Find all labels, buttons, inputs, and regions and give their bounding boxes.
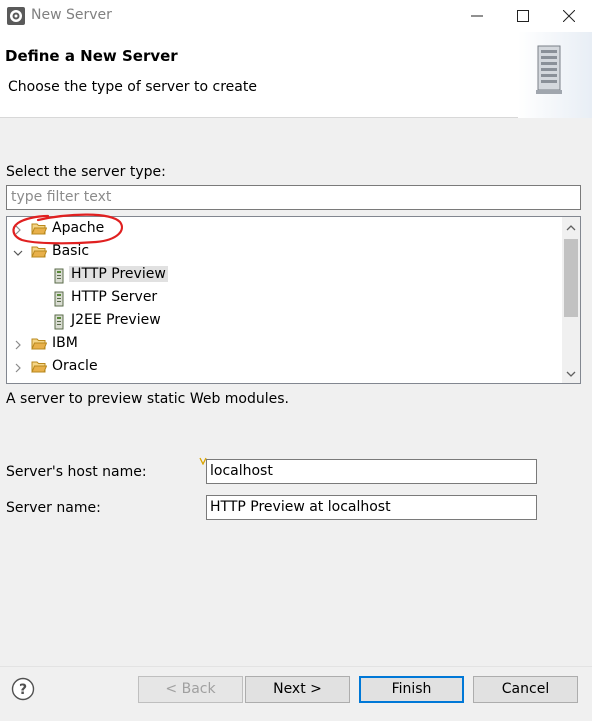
help-icon[interactable]: ? <box>11 677 35 701</box>
server-type-tree[interactable]: Apache Basic HTTP Preview HTTP Server J2… <box>6 216 581 384</box>
finish-button[interactable]: Finish <box>359 676 464 703</box>
wizard-header: Define a New Server Choose the type of s… <box>0 32 592 118</box>
folder-open-icon <box>31 246 47 258</box>
close-icon <box>563 10 575 22</box>
tree-item-j2ee-preview[interactable]: J2EE Preview <box>7 310 562 332</box>
tree-item-label: Apache <box>52 220 105 236</box>
minimize-button[interactable] <box>454 0 500 32</box>
scroll-up-icon[interactable] <box>562 219 580 237</box>
tree-item-label: Oracle <box>52 358 98 374</box>
chevron-right-icon[interactable] <box>13 363 23 373</box>
page-description: Choose the type of server to create <box>8 79 257 95</box>
minimize-icon <box>471 15 483 17</box>
folder-icon <box>31 223 47 235</box>
server-type-label: Select the server type: <box>6 164 166 180</box>
tree-item-label: J2EE Preview <box>71 312 161 328</box>
title-bar: New Server <box>0 0 592 32</box>
server-banner-icon <box>518 32 592 118</box>
tree-item-label: HTTP Preview <box>69 266 168 282</box>
back-button[interactable]: < Back <box>138 676 243 703</box>
tree-item-basic[interactable]: Basic <box>7 241 562 263</box>
tree-item-label: IBM <box>52 335 78 351</box>
server-icon <box>54 291 64 307</box>
host-name-label: Server's host name: <box>6 464 147 480</box>
chevron-right-icon[interactable] <box>13 340 23 350</box>
close-button[interactable] <box>546 0 592 32</box>
chevron-down-icon[interactable] <box>13 248 23 258</box>
tree-scrollbar[interactable] <box>562 217 580 383</box>
maximize-button[interactable] <box>500 0 546 32</box>
tree-item-apache[interactable]: Apache <box>7 218 562 240</box>
chevron-right-icon[interactable] <box>13 225 23 235</box>
tree-item-label: HTTP Server <box>71 289 158 305</box>
tree-item-partial <box>7 379 562 384</box>
cancel-button[interactable]: Cancel <box>473 676 578 703</box>
tree-item-label: Basic <box>52 243 90 259</box>
button-bar-separator <box>0 666 592 667</box>
server-icon <box>54 268 64 284</box>
folder-icon <box>31 338 47 350</box>
server-icon <box>54 314 64 330</box>
server-name-value: HTTP Preview at localhost <box>210 499 391 515</box>
tree-item-ibm[interactable]: IBM <box>7 333 562 355</box>
scrollbar-thumb[interactable] <box>564 239 578 317</box>
server-type-description: A server to preview static Web modules. <box>6 391 290 407</box>
host-name-field[interactable]: localhost <box>206 459 537 484</box>
svg-text:?: ? <box>19 682 27 698</box>
filter-placeholder: type filter text <box>11 189 112 205</box>
maximize-icon <box>517 10 529 22</box>
server-name-field[interactable]: HTTP Preview at localhost <box>206 495 537 520</box>
scroll-down-icon[interactable] <box>562 365 580 383</box>
folder-icon <box>31 383 47 384</box>
folder-icon <box>31 361 47 373</box>
tree-item-http-server[interactable]: HTTP Server <box>7 287 562 309</box>
window-title: New Server <box>31 7 112 23</box>
tree-item-oracle[interactable]: Oracle <box>7 356 562 378</box>
filter-input[interactable]: type filter text <box>6 185 581 210</box>
next-button[interactable]: Next > <box>245 676 350 703</box>
page-title: Define a New Server <box>5 47 178 65</box>
tree-item-http-preview[interactable]: HTTP Preview <box>7 264 562 286</box>
server-name-label: Server name: <box>6 500 101 516</box>
eclipse-app-icon <box>7 7 25 25</box>
host-name-value: localhost <box>210 463 273 479</box>
